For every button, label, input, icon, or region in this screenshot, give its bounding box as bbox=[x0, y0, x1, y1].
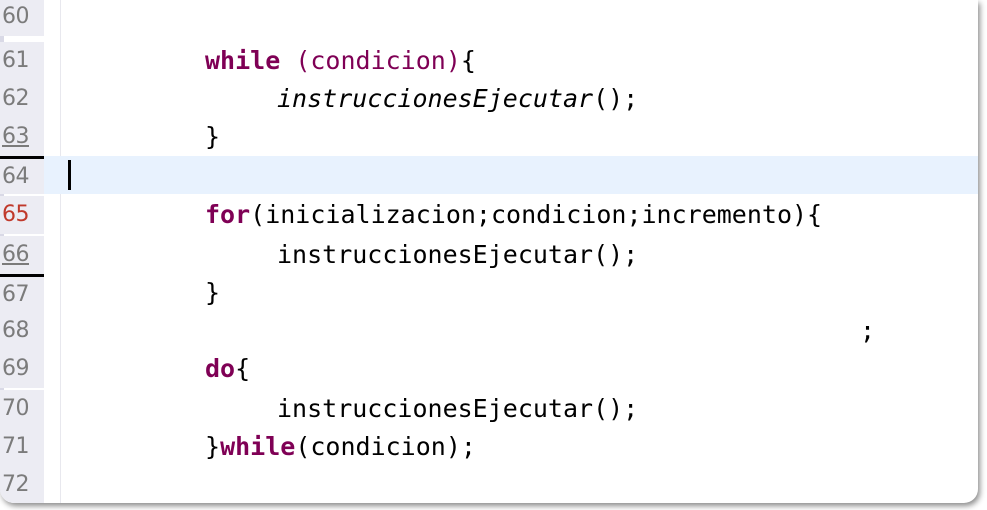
code-text: instruccionesEjecutar(); bbox=[277, 394, 639, 423]
code-text: while (condicion){ bbox=[205, 42, 476, 80]
code-line-67[interactable]: 67 } bbox=[0, 274, 978, 312]
code-text: ; bbox=[860, 316, 876, 345]
line-number: 66 bbox=[0, 236, 44, 274]
closing-brace: } bbox=[205, 432, 221, 461]
line-number: 68 bbox=[0, 312, 44, 350]
code-text: instruccionesEjecutar(); bbox=[277, 80, 638, 118]
line-number: 60 bbox=[0, 0, 44, 36]
line-number: 72 bbox=[0, 466, 44, 503]
code-line-66[interactable]: 66 instruccionesEjecutar(); bbox=[0, 236, 978, 274]
keyword-do: do bbox=[205, 354, 236, 383]
brace: { bbox=[460, 46, 476, 75]
code-text: instruccionesEjecutar(); bbox=[277, 240, 639, 269]
code-line-61[interactable]: 61 while (condicion){ bbox=[0, 42, 978, 80]
condition-text: (condicion) bbox=[295, 46, 461, 75]
code-text: do{ bbox=[205, 350, 250, 388]
line-number: 63 bbox=[0, 118, 44, 156]
for-header: (inicializacion;condicion;incremento){ bbox=[250, 200, 823, 229]
code-text: } bbox=[205, 278, 221, 307]
code-text: }while(condicion); bbox=[205, 428, 476, 466]
code-line-71[interactable]: 71 }while(condicion); bbox=[0, 428, 978, 466]
code-line-69[interactable]: 69 do{ bbox=[0, 350, 978, 388]
code-line-60[interactable]: 60 bbox=[0, 0, 978, 36]
call-tail: (); bbox=[593, 84, 639, 113]
code-text: } bbox=[205, 122, 221, 151]
line-number: 71 bbox=[0, 428, 44, 466]
keyword-for: for bbox=[205, 200, 251, 229]
code-text: for(inicializacion;condicion;incremento)… bbox=[205, 196, 822, 234]
code-line-62[interactable]: 62 instruccionesEjecutar(); bbox=[0, 80, 978, 118]
line-number: 61 bbox=[0, 42, 44, 80]
line-number: 70 bbox=[0, 390, 44, 428]
keyword-while: while bbox=[205, 46, 281, 75]
code-editor[interactable]: 60 61 while (condicion){ 62 instruccione… bbox=[0, 0, 978, 503]
method-call: instruccionesEjecutar bbox=[277, 84, 594, 113]
line-number: 69 bbox=[0, 350, 44, 388]
code-line-64-current[interactable]: 64 bbox=[0, 156, 978, 194]
text-caret bbox=[68, 160, 71, 190]
keyword-while: while bbox=[220, 432, 296, 461]
code-line-70[interactable]: 70 instruccionesEjecutar(); bbox=[0, 390, 978, 428]
while-condition: (condicion); bbox=[295, 432, 476, 461]
line-number: 65 bbox=[0, 196, 44, 234]
line-number: 67 bbox=[0, 274, 44, 312]
code-line-72[interactable]: 72 bbox=[0, 466, 978, 503]
code-line-65[interactable]: 65 for(inicializacion;condicion;incremen… bbox=[0, 196, 978, 234]
brace: { bbox=[235, 354, 251, 383]
code-line-63[interactable]: 63 } bbox=[0, 118, 978, 156]
line-number: 62 bbox=[0, 80, 44, 118]
code-line-68[interactable]: 68 ; bbox=[0, 312, 978, 350]
line-number: 64 bbox=[0, 156, 44, 194]
